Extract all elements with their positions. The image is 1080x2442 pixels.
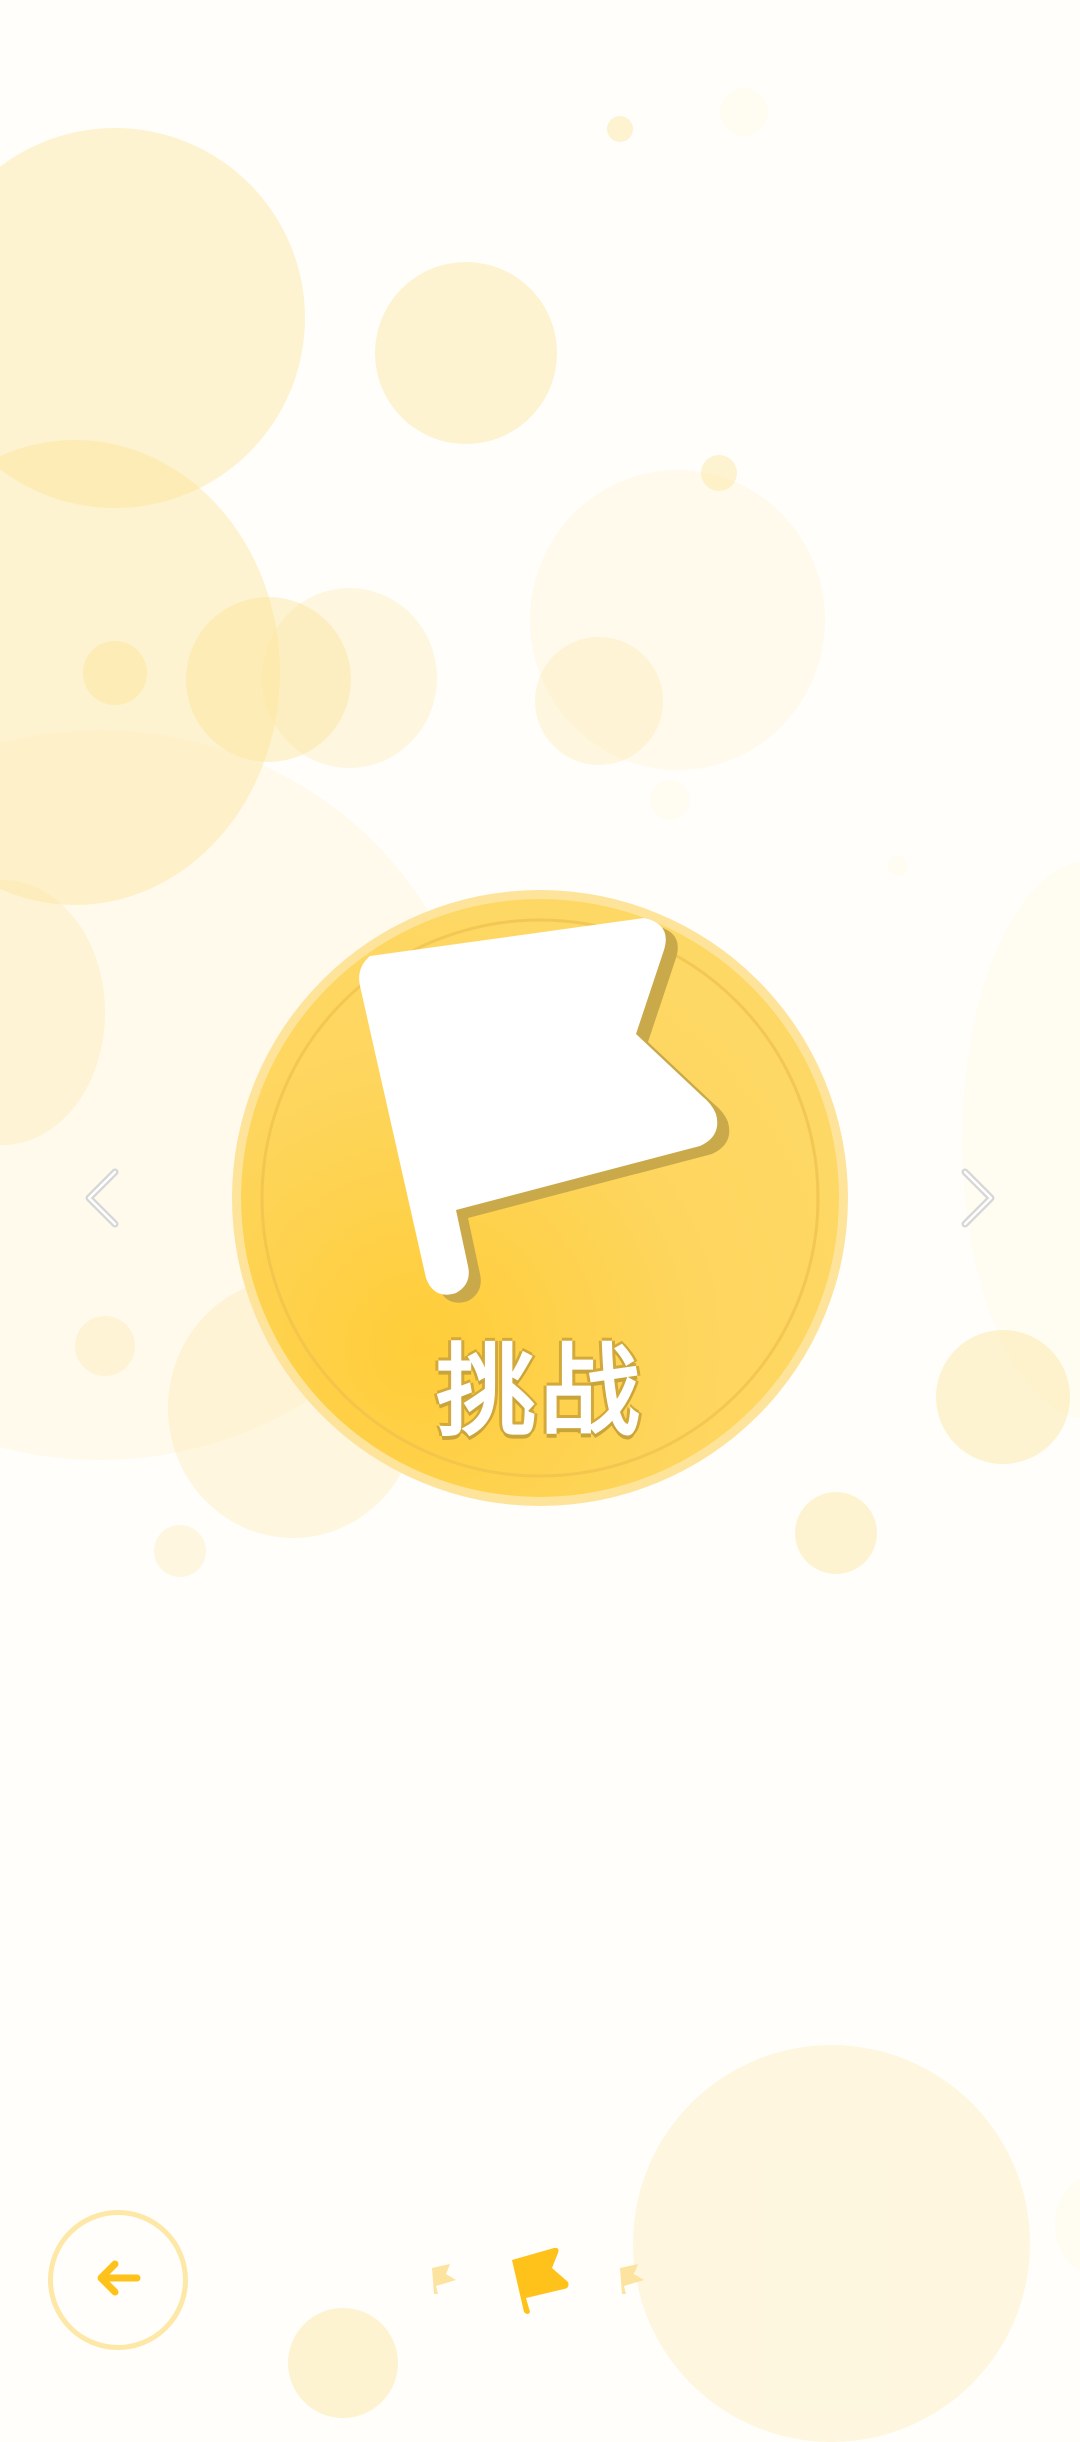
page-indicator bbox=[420, 2240, 660, 2320]
medal-title: 挑战 bbox=[436, 1333, 644, 1450]
page-indicator-flag-2[interactable] bbox=[508, 2244, 574, 2320]
arrow-left-icon bbox=[93, 2258, 143, 2302]
next-button[interactable] bbox=[942, 1165, 1012, 1235]
back-button[interactable] bbox=[48, 2210, 188, 2350]
chevron-left-icon bbox=[81, 1166, 125, 1234]
prev-button[interactable] bbox=[68, 1165, 138, 1235]
chevron-right-icon bbox=[955, 1166, 999, 1234]
page-indicator-flag-3[interactable] bbox=[616, 2262, 650, 2300]
page-indicator-flag-1[interactable] bbox=[428, 2262, 462, 2300]
